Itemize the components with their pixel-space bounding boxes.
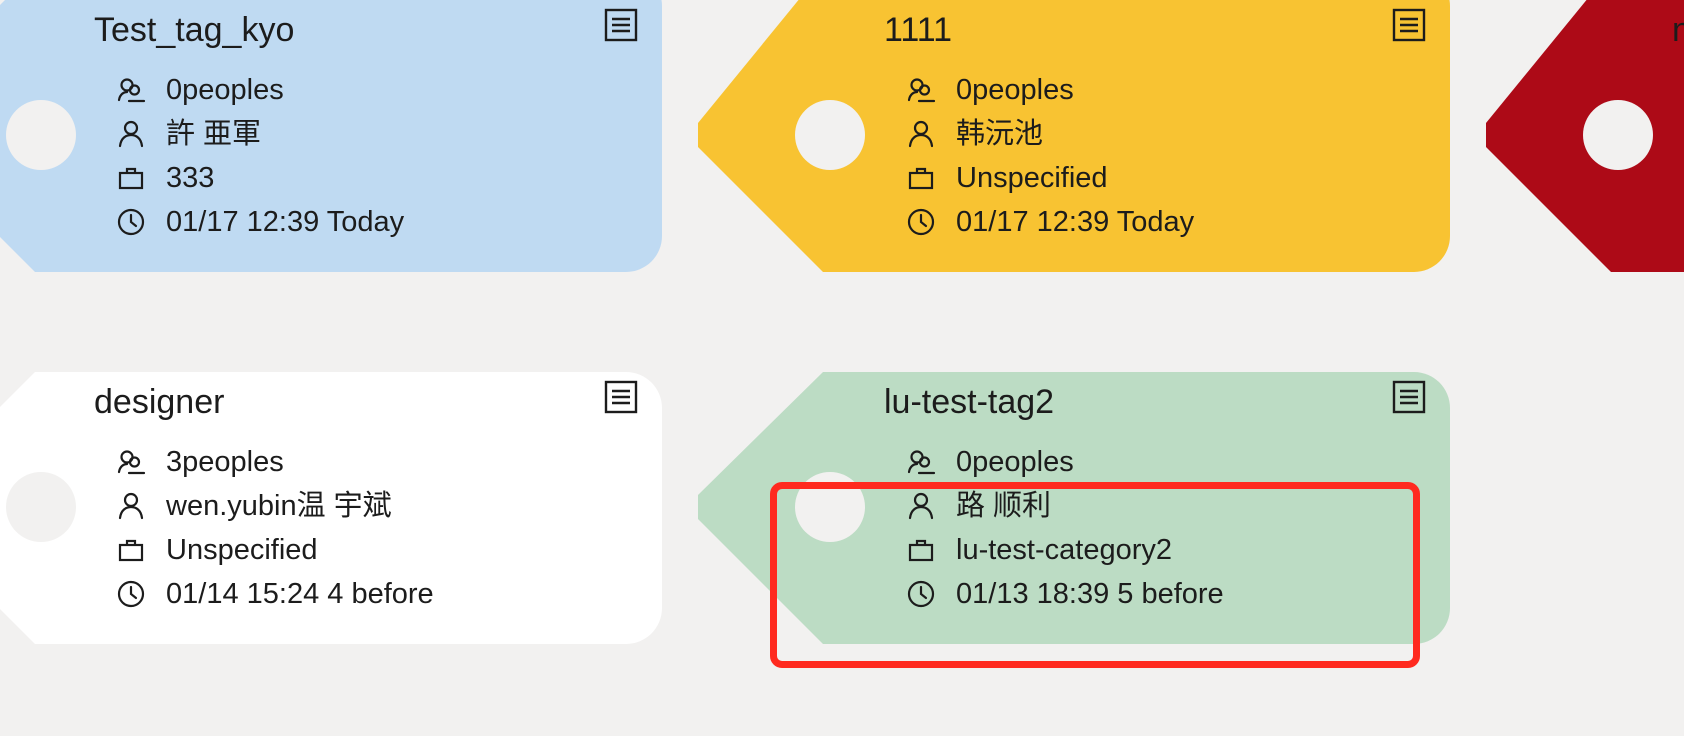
category-row: Unspecified <box>116 528 434 572</box>
timestamp: 01/17 12:39 Today <box>956 206 1195 238</box>
people-count-row: 3peoples <box>116 440 434 484</box>
tag-title: 1111 <box>884 11 953 49</box>
time-row: 01/14 15:24 4 before <box>116 572 434 616</box>
clock-icon <box>906 579 936 609</box>
category-name: Unspecified <box>956 162 1108 194</box>
owner-row: wen.yubin温 宇斌 <box>116 484 434 528</box>
category-row: 333 <box>116 156 404 200</box>
person-icon <box>116 491 146 521</box>
people-icon <box>116 75 146 105</box>
briefcase-icon <box>116 163 146 193</box>
people-count-row: 0peoples <box>116 68 404 112</box>
time-row: 01/13 18:39 5 before <box>906 572 1224 616</box>
people-count: 3peoples <box>166 446 284 478</box>
people-count: 0peoples <box>956 74 1074 106</box>
people-count: 0peoples <box>956 446 1074 478</box>
tag-card-shape <box>1486 0 1684 272</box>
owner-row: 路 顺利 <box>906 484 1224 528</box>
owner-row: 許 亜軍 <box>116 112 404 156</box>
time-row: 01/17 12:39 Today <box>906 200 1194 244</box>
timestamp: 01/13 18:39 5 before <box>956 578 1224 610</box>
person-icon <box>906 119 936 149</box>
owner-row: 韩沅池 <box>906 112 1194 156</box>
tag-title: designer <box>94 383 225 421</box>
category-row: Unspecified <box>906 156 1194 200</box>
person-icon <box>116 119 146 149</box>
owner-name: 韩沅池 <box>956 118 1044 150</box>
tag-title: lu-test-tag2 <box>884 383 1055 421</box>
tag-title: n <box>1672 11 1684 49</box>
timestamp: 01/14 15:24 4 before <box>166 578 434 610</box>
people-icon <box>906 75 936 105</box>
time-row: 01/17 12:39 Today <box>116 200 404 244</box>
list-icon[interactable] <box>1392 380 1426 414</box>
owner-name: wen.yubin温 宇斌 <box>166 490 392 522</box>
clock-icon <box>116 579 146 609</box>
people-icon <box>116 447 146 477</box>
people-count: 0peoples <box>166 74 284 106</box>
tag-card[interactable]: designer 3peoples wen.yubin温 宇斌 Unspecif… <box>0 372 662 644</box>
list-icon[interactable] <box>604 8 638 42</box>
clock-icon <box>116 207 146 237</box>
timestamp: 01/17 12:39 Today <box>166 206 405 238</box>
tag-card[interactable]: n <box>1486 0 1684 272</box>
people-count-row: 0peoples <box>906 68 1194 112</box>
list-icon[interactable] <box>1392 8 1426 42</box>
list-icon[interactable] <box>604 380 638 414</box>
category-name: Unspecified <box>166 534 318 566</box>
tag-card[interactable]: Test_tag_kyo 0peoples 許 亜軍 333 01/17 12:… <box>0 0 662 272</box>
briefcase-icon <box>906 163 936 193</box>
clock-icon <box>906 207 936 237</box>
people-icon <box>906 447 936 477</box>
tag-title: Test_tag_kyo <box>94 11 295 49</box>
category-row: lu-test-category2 <box>906 528 1224 572</box>
people-count-row: 0peoples <box>906 440 1224 484</box>
briefcase-icon <box>116 535 146 565</box>
tag-card[interactable]: 1111 0peoples 韩沅池 Unspecified 01/17 12:3… <box>698 0 1450 272</box>
category-name: lu-test-category2 <box>956 534 1172 566</box>
briefcase-icon <box>906 535 936 565</box>
owner-name: 許 亜軍 <box>166 118 262 150</box>
tag-card[interactable]: lu-test-tag2 0peoples 路 顺利 lu-test-categ… <box>698 372 1450 644</box>
person-icon <box>906 491 936 521</box>
category-name: 333 <box>166 162 215 194</box>
owner-name: 路 顺利 <box>956 490 1052 522</box>
